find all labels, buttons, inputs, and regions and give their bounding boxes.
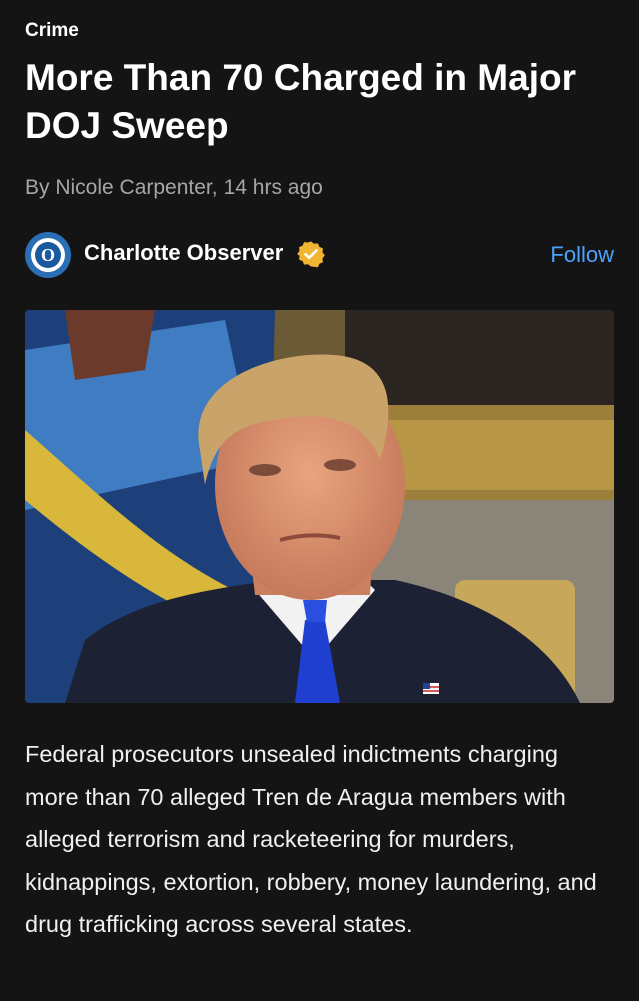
photo-illustration	[25, 310, 614, 703]
byline-author: By Nicole Carpenter,	[25, 176, 218, 199]
verified-badge-icon	[297, 241, 325, 268]
article-summary: Federal prosecutors unsealed indictments…	[25, 741, 597, 937]
article-photo[interactable]	[25, 310, 614, 703]
follow-button[interactable]: Follow	[550, 242, 614, 268]
byline-time: 14 hrs ago	[223, 176, 323, 199]
article-headline: More Than 70 Charged in Major DOJ Sweep	[25, 57, 576, 146]
article-category[interactable]: Crime	[25, 20, 79, 42]
observer-logo-icon: O	[35, 242, 61, 268]
byline: By Nicole Carpenter, 14 hrs ago	[25, 176, 323, 200]
source-row: O Charlotte Observer Follow	[25, 232, 614, 278]
publisher-name[interactable]: Charlotte Observer	[84, 240, 283, 266]
publisher-logo[interactable]: O	[25, 232, 71, 278]
